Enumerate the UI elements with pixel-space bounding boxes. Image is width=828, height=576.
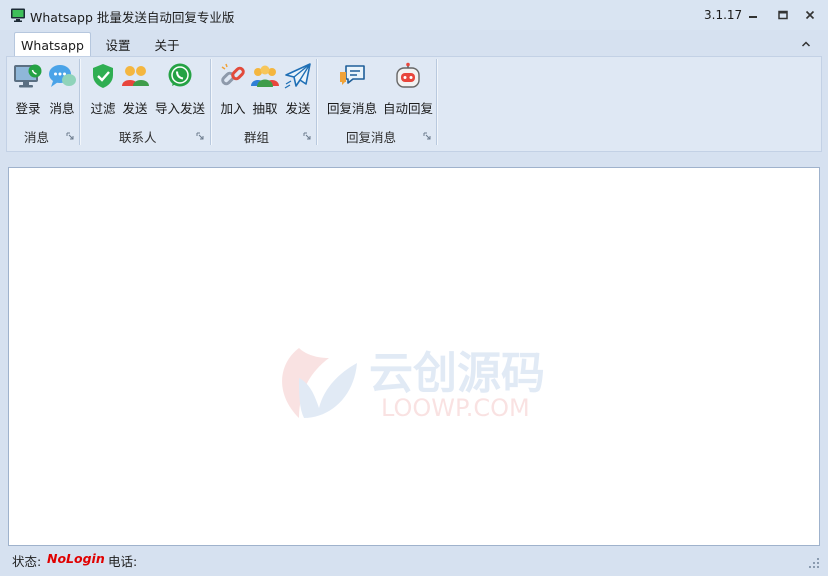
group-label-messages: 消息 — [24, 130, 50, 145]
login-button[interactable]: 登录 — [13, 61, 43, 117]
join-group-button[interactable]: 加入 — [219, 61, 247, 117]
extract-button[interactable]: 抽取 — [251, 61, 279, 117]
maximize-button[interactable] — [774, 6, 792, 24]
tab-settings[interactable]: 设置 — [97, 32, 139, 56]
watermark-text-cn: 云创源码 — [369, 348, 545, 399]
watermark-logo: 云创源码 LOOWP.COM — [282, 348, 545, 422]
dialog-launcher-icon[interactable] — [66, 132, 74, 140]
reply-message-button[interactable]: 回复消息 — [325, 61, 379, 117]
status-label: 状态: — [12, 554, 42, 569]
maximize-icon — [778, 10, 788, 20]
title-bar: Whatsapp 批量发送自动回复专业版 3.1.17 — [0, 0, 828, 30]
contacts-icon — [122, 66, 149, 86]
filter-button[interactable]: 过滤 — [89, 61, 117, 117]
dialog-launcher-icon[interactable] — [196, 132, 204, 140]
version-label: 3.1.17 — [704, 8, 743, 22]
reply-message-label: 回复消息 — [326, 101, 377, 116]
close-button[interactable] — [801, 6, 819, 24]
ribbon-tab-row: Whatsapp 设置 关于 — [0, 30, 828, 57]
ribbon: 登录 消息 消息 过滤 发送 导入发送 联系人 加入 抽取 发送 群组 回复消息… — [6, 56, 822, 152]
import-send-button[interactable]: 导入发送 — [153, 61, 207, 117]
group-send-button[interactable]: 发送 — [284, 61, 312, 117]
paper-plane-icon — [284, 63, 311, 89]
watermark-text-en: LOOWP.COM — [381, 394, 530, 422]
monitor-icon — [11, 8, 25, 22]
import-send-label: 导入发送 — [154, 101, 205, 116]
status-bar: 状态: NoLogin 电话: — [0, 547, 828, 576]
contacts-send-label: 发送 — [122, 101, 148, 116]
group-users-icon — [251, 65, 279, 87]
auto-reply-button[interactable]: 自动回复 — [381, 61, 435, 117]
close-icon — [805, 10, 815, 20]
minimize-icon — [749, 16, 757, 18]
tab-whatsapp[interactable]: Whatsapp — [14, 32, 91, 57]
messages-label: 消息 — [49, 101, 75, 116]
extract-label: 抽取 — [252, 101, 278, 116]
chat-bubble-icon — [49, 65, 76, 87]
group-label-reply: 回复消息 — [346, 130, 397, 145]
group-label-contacts: 联系人 — [119, 130, 157, 145]
robot-icon — [396, 62, 420, 88]
auto-reply-label: 自动回复 — [382, 101, 433, 116]
contacts-send-button[interactable]: 发送 — [121, 61, 149, 117]
link-icon — [221, 63, 245, 86]
login-label: 登录 — [15, 101, 41, 116]
window-title: Whatsapp 批量发送自动回复专业版 — [30, 10, 235, 25]
collapse-ribbon-icon[interactable] — [800, 38, 812, 50]
group-separator — [316, 59, 318, 145]
group-separator — [210, 59, 212, 145]
group-separator — [436, 59, 438, 145]
reply-chat-icon — [340, 65, 365, 85]
dialog-launcher-icon[interactable] — [303, 132, 311, 140]
login-monitor-icon — [14, 64, 42, 88]
dialog-launcher-icon[interactable] — [423, 132, 431, 140]
join-group-label: 加入 — [220, 101, 246, 116]
group-separator — [79, 59, 81, 145]
resize-grip-icon[interactable] — [808, 557, 820, 569]
status-value: NoLogin — [47, 551, 105, 566]
shield-check-icon — [93, 64, 113, 88]
phone-label: 电话: — [108, 554, 138, 569]
group-send-label: 发送 — [285, 101, 311, 116]
tab-about[interactable]: 关于 — [146, 32, 188, 56]
filter-label: 过滤 — [90, 101, 116, 116]
messages-button[interactable]: 消息 — [47, 61, 77, 117]
group-label-groups: 群组 — [244, 130, 270, 145]
main-content-panel[interactable]: 云创源码 LOOWP.COM — [8, 167, 820, 546]
whatsapp-phone-icon — [168, 63, 192, 87]
minimize-button[interactable] — [744, 6, 762, 24]
